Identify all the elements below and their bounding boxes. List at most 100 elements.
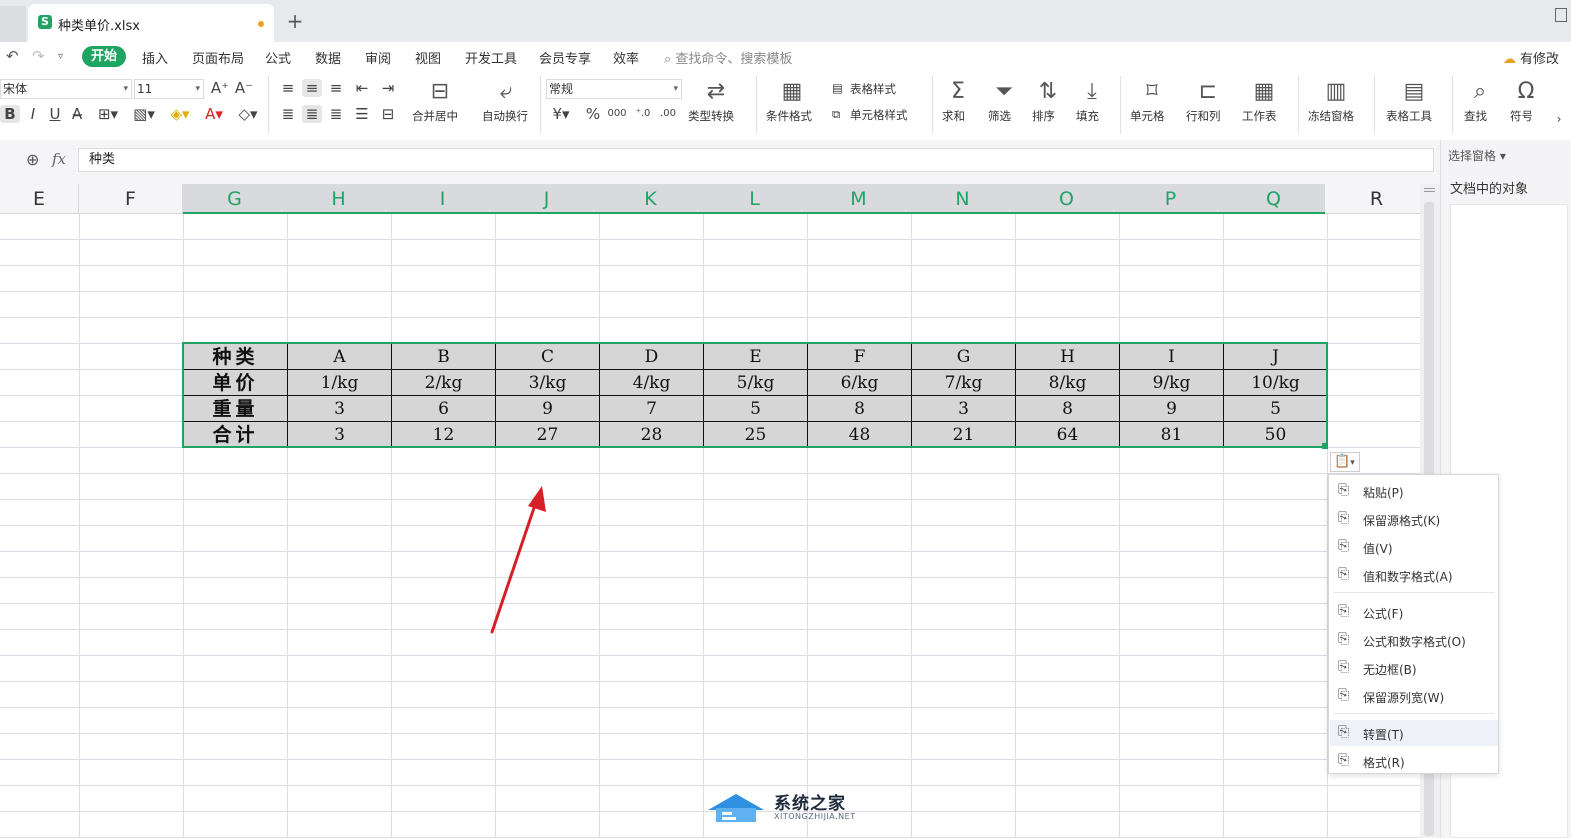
- distributed-align-icon[interactable]: ⊟: [378, 105, 398, 123]
- decrease-indent-icon[interactable]: ⇤: [352, 79, 372, 97]
- row-header-cell[interactable]: 种类: [183, 343, 288, 370]
- fill-handle[interactable]: [1322, 443, 1328, 449]
- column-header[interactable]: L: [703, 184, 807, 214]
- cell-shading-icon[interactable]: ▧▾: [130, 105, 158, 123]
- font-color-icon[interactable]: A▾: [200, 105, 228, 123]
- bold-icon[interactable]: B: [0, 105, 20, 123]
- table-cell[interactable]: 8: [1015, 395, 1120, 422]
- table-cell[interactable]: 81: [1119, 421, 1224, 448]
- table-cell[interactable]: 5: [1223, 395, 1328, 422]
- menu-tab-data[interactable]: 数据: [315, 48, 341, 67]
- align-bottom-icon[interactable]: ≡: [326, 79, 346, 97]
- table-cell[interactable]: 9: [1119, 395, 1224, 422]
- new-tab-button[interactable]: +: [284, 8, 306, 34]
- freeze-panes-button[interactable]: ▥ 冻结窗格: [1304, 76, 1370, 134]
- column-header[interactable]: I: [391, 184, 495, 214]
- menu-tab-developer[interactable]: 开发工具: [465, 48, 517, 67]
- worksheet-button[interactable]: ▦ 工作表: [1238, 76, 1294, 134]
- paste-option-no-border[interactable]: ⎘ 无边框(B): [1330, 655, 1498, 681]
- formula-input[interactable]: 种类: [78, 148, 1434, 172]
- conditional-format-button[interactable]: ▦ 条件格式: [762, 76, 824, 134]
- paste-option-values-number-format[interactable]: ⎘ 值和数字格式(A): [1330, 562, 1498, 588]
- row-header-cell[interactable]: 单价: [183, 369, 288, 396]
- menu-tab-page-layout[interactable]: 页面布局: [192, 48, 244, 67]
- table-cell[interactable]: 25: [703, 421, 808, 448]
- paste-option-paste[interactable]: ⎘ 粘贴(P): [1330, 478, 1498, 504]
- rows-cols-button[interactable]: ⊏ 行和列: [1182, 76, 1234, 134]
- paste-option-formula[interactable]: ⎘ 公式(F): [1330, 599, 1498, 625]
- table-cell[interactable]: 6: [391, 395, 496, 422]
- align-middle-icon[interactable]: ≡: [302, 79, 322, 97]
- modify-status-button[interactable]: ☁ 有修改: [1503, 48, 1559, 67]
- column-header[interactable]: Q: [1223, 184, 1325, 214]
- align-center-icon[interactable]: ≣: [302, 105, 322, 123]
- cell-area[interactable]: [0, 214, 1420, 838]
- increase-decimal-icon[interactable]: ⁺.0: [632, 105, 654, 123]
- column-header[interactable]: N: [911, 184, 1015, 214]
- cell-style-button[interactable]: ⧉ 单元格样式: [832, 105, 928, 125]
- table-style-button[interactable]: ▤ 表格样式: [832, 79, 922, 99]
- table-cell[interactable]: I: [1119, 343, 1224, 370]
- auto-wrap-button[interactable]: ⤶ 自动换行: [478, 76, 536, 134]
- table-cell[interactable]: 7: [599, 395, 704, 422]
- table-cell[interactable]: 6/kg: [807, 369, 912, 396]
- column-header[interactable]: R: [1325, 184, 1420, 214]
- table-cell[interactable]: 8: [807, 395, 912, 422]
- spreadsheet-grid[interactable]: E F G H I J K L M N O P Q R: [0, 184, 1420, 838]
- table-cell[interactable]: 1/kg: [287, 369, 392, 396]
- justify-icon[interactable]: ☰: [352, 105, 372, 123]
- table-cell[interactable]: 12: [391, 421, 496, 448]
- decrease-font-icon[interactable]: A⁻: [234, 79, 254, 97]
- find-button[interactable]: ⌕ 查找: [1460, 76, 1502, 134]
- align-top-icon[interactable]: ≡: [278, 79, 298, 97]
- table-cell[interactable]: 21: [911, 421, 1016, 448]
- align-left-icon[interactable]: ≣: [278, 105, 298, 123]
- align-right-icon[interactable]: ≣: [326, 105, 346, 123]
- table-cell[interactable]: 5/kg: [703, 369, 808, 396]
- strikethrough-icon[interactable]: A̶: [68, 105, 86, 123]
- increase-font-icon[interactable]: A⁺: [210, 79, 230, 97]
- type-convert-button[interactable]: ⇄ 类型转换: [686, 76, 748, 134]
- italic-icon[interactable]: I: [24, 105, 42, 123]
- table-cell[interactable]: A: [287, 343, 392, 370]
- paste-options-button[interactable]: 📋▾: [1330, 452, 1360, 472]
- window-restore-icon[interactable]: [1555, 8, 1567, 22]
- cells-button[interactable]: ⌑ 单元格: [1126, 76, 1178, 134]
- symbol-button[interactable]: Ω 符号: [1506, 76, 1548, 134]
- merge-center-button[interactable]: ⊟ 合并居中: [408, 76, 472, 134]
- table-cell[interactable]: 64: [1015, 421, 1120, 448]
- table-cell[interactable]: G: [911, 343, 1016, 370]
- menu-tab-home[interactable]: 开始: [82, 46, 126, 67]
- font-size-select[interactable]: 11 ▾: [134, 79, 204, 99]
- table-cell[interactable]: 27: [495, 421, 600, 448]
- menu-tab-member[interactable]: 会员专享: [539, 48, 591, 67]
- table-cell[interactable]: F: [807, 343, 912, 370]
- paste-option-keep-column-width[interactable]: ⎘ 保留源列宽(W): [1330, 683, 1498, 709]
- table-cell[interactable]: 10/kg: [1223, 369, 1328, 396]
- function-icon[interactable]: fx: [52, 150, 66, 168]
- quick-access-dropdown-icon[interactable]: ▿: [58, 51, 63, 62]
- selection-pane-title[interactable]: 选择窗格 ▾: [1448, 147, 1506, 164]
- table-cell[interactable]: 8/kg: [1015, 369, 1120, 396]
- number-format-select[interactable]: 常规 ▾: [546, 79, 682, 99]
- table-cell[interactable]: 2/kg: [391, 369, 496, 396]
- underline-icon[interactable]: U: [46, 105, 64, 123]
- row-header-cell[interactable]: 合计: [183, 421, 288, 448]
- table-cell[interactable]: 3: [287, 421, 392, 448]
- table-cell[interactable]: 4/kg: [599, 369, 704, 396]
- paste-option-values[interactable]: ⎘ 值(V): [1330, 534, 1498, 560]
- file-tab[interactable]: S 种类单价.xlsx: [28, 4, 274, 42]
- sort-button[interactable]: ⇅ 排序: [1028, 76, 1070, 134]
- paste-option-transpose[interactable]: ⎘ 转置(T): [1330, 720, 1498, 746]
- row-header-cell[interactable]: 重量: [183, 395, 288, 422]
- filter-button[interactable]: ⏷ 筛选: [984, 76, 1026, 134]
- table-cell[interactable]: 7/kg: [911, 369, 1016, 396]
- column-header[interactable]: K: [599, 184, 703, 214]
- clear-format-icon[interactable]: ◇▾: [234, 105, 262, 123]
- undo-icon[interactable]: ↶: [6, 47, 19, 65]
- column-header[interactable]: G: [183, 184, 287, 214]
- decrease-decimal-icon[interactable]: .00: [656, 105, 680, 123]
- menu-tab-insert[interactable]: 插入: [142, 48, 168, 67]
- increase-indent-icon[interactable]: ⇥: [378, 79, 398, 97]
- font-name-select[interactable]: 宋体 ▾: [0, 79, 132, 99]
